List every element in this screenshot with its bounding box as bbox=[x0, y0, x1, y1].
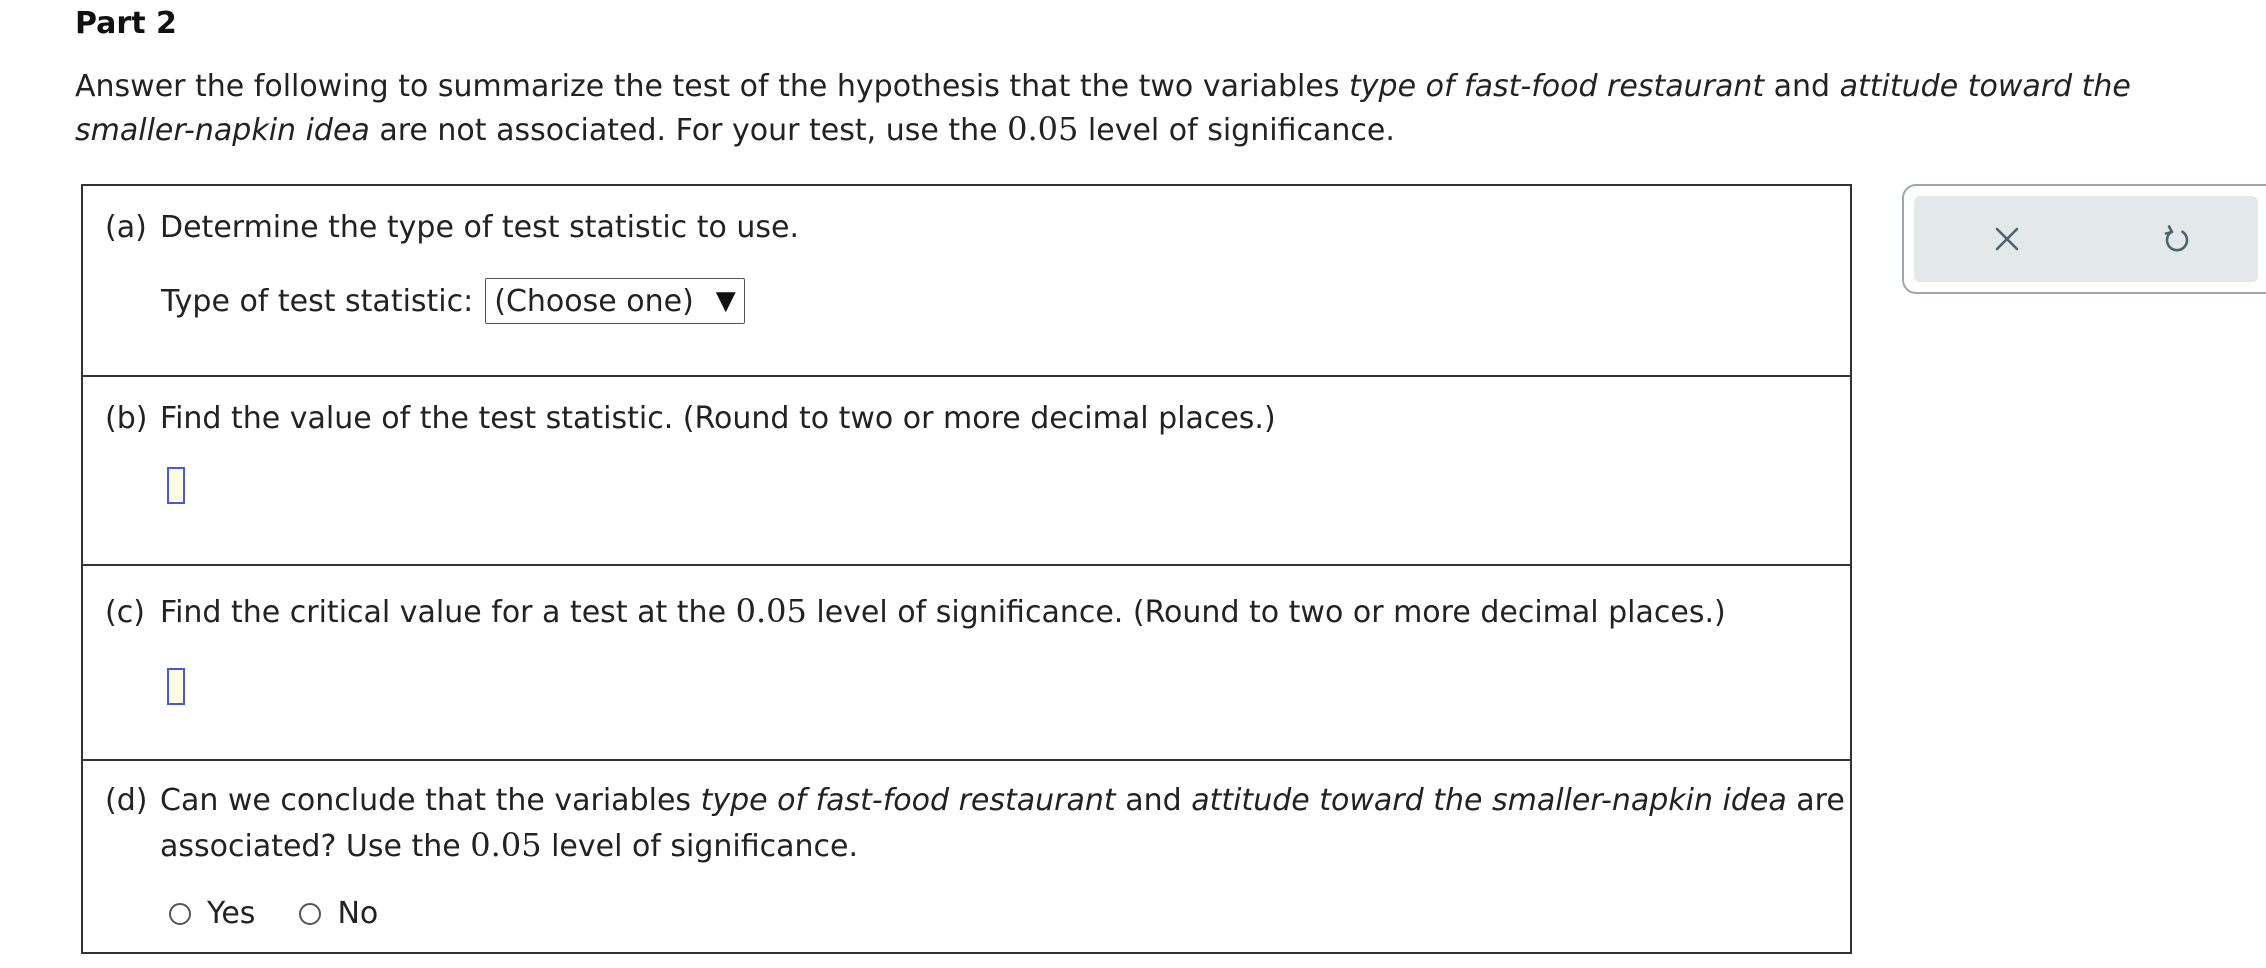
intro-text: Answer the following to summarize the te… bbox=[75, 66, 2255, 152]
intro-text-4: level of significance. bbox=[1078, 113, 1395, 148]
intro-text-3: are not associated. For your test, use t… bbox=[369, 113, 1008, 148]
question-d-text: (d) Can we conclude that the variables ty… bbox=[105, 779, 1845, 869]
question-d-prompt-4: associated? Use the bbox=[160, 829, 471, 864]
question-d-variable-2: attitude toward the smaller-napkin idea bbox=[1191, 783, 1787, 818]
test-statistic-select-value: (Choose one) bbox=[494, 283, 694, 319]
radio-no[interactable]: No bbox=[299, 896, 378, 931]
question-c-prompt-2: level of significance. (Round to two or … bbox=[806, 595, 1726, 630]
question-d-alpha: 0.05 bbox=[470, 826, 542, 864]
question-c-text: (c) Find the critical value for a test at… bbox=[105, 589, 1726, 635]
radio-yes[interactable]: Yes bbox=[169, 896, 255, 931]
critical-value-input[interactable] bbox=[167, 668, 185, 705]
question-table: (a) Determine the type of test statistic … bbox=[81, 184, 1852, 954]
radio-yes-label[interactable]: Yes bbox=[207, 896, 255, 931]
question-d-prompt-3: are bbox=[1786, 783, 1845, 818]
test-statistic-input[interactable] bbox=[167, 467, 185, 504]
close-icon bbox=[1995, 227, 2019, 251]
intro-text-1: Answer the following to summarize the te… bbox=[75, 69, 1350, 104]
answer-tools-panel bbox=[1902, 184, 2266, 294]
question-d-label: (d) bbox=[105, 783, 148, 818]
radio-no-circle[interactable] bbox=[299, 902, 322, 925]
intro-alpha: 0.05 bbox=[1007, 110, 1079, 148]
question-d-prompt-1: Can we conclude that the variables bbox=[160, 783, 701, 818]
question-a-label: (a) bbox=[105, 210, 147, 245]
question-b-row: (b) Find the value of the test statistic.… bbox=[83, 375, 1850, 564]
question-d-row: (d) Can we conclude that the variables ty… bbox=[83, 759, 1850, 954]
question-b-prompt: Find the value of the test statistic. (R… bbox=[160, 401, 1276, 436]
intro-text-2: and bbox=[1764, 69, 1840, 104]
question-c-label: (c) bbox=[105, 595, 145, 630]
radio-no-label[interactable]: No bbox=[337, 896, 378, 931]
part-title: Part 2 bbox=[75, 6, 177, 41]
intro-variable-1: type of fast-food restaurant bbox=[1349, 69, 1765, 104]
question-d-prompt-5: level of significance. bbox=[541, 829, 859, 864]
question-c-alpha: 0.05 bbox=[735, 592, 807, 630]
question-d-variable-1: type of fast-food restaurant bbox=[700, 783, 1116, 818]
question-c-row: (c) Find the critical value for a test at… bbox=[83, 564, 1850, 759]
question-d-line-1: (d) Can we conclude that the variables ty… bbox=[105, 779, 1845, 823]
clear-button[interactable] bbox=[1982, 214, 2032, 264]
question-a-prompt: Determine the type of test statistic to … bbox=[160, 210, 799, 245]
conclusion-radio-group: Yes No bbox=[169, 896, 422, 931]
test-statistic-label: Type of test statistic: bbox=[161, 283, 474, 319]
undo-button[interactable] bbox=[2152, 214, 2202, 264]
question-d-prompt-2: and bbox=[1115, 783, 1192, 818]
radio-yes-circle[interactable] bbox=[169, 902, 191, 925]
question-d-line-2: associated? Use the 0.05 level of signif… bbox=[105, 823, 1845, 869]
question-b-text: (b) Find the value of the test statistic.… bbox=[105, 397, 1276, 441]
question-b-label: (b) bbox=[105, 401, 148, 436]
test-statistic-line: Type of test statistic: (Choose one) ▼ bbox=[161, 278, 745, 324]
question-a-text: (a) Determine the type of test statistic … bbox=[105, 206, 799, 250]
answer-tools-bar bbox=[1914, 196, 2258, 282]
question-a-row: (a) Determine the type of test statistic … bbox=[83, 186, 1850, 375]
question-c-prompt-1: Find the critical value for a test at th… bbox=[160, 595, 736, 630]
test-statistic-select[interactable]: (Choose one) ▼ bbox=[485, 278, 745, 324]
undo-icon bbox=[2164, 225, 2189, 252]
dropdown-arrow-icon: ▼ bbox=[715, 286, 736, 316]
